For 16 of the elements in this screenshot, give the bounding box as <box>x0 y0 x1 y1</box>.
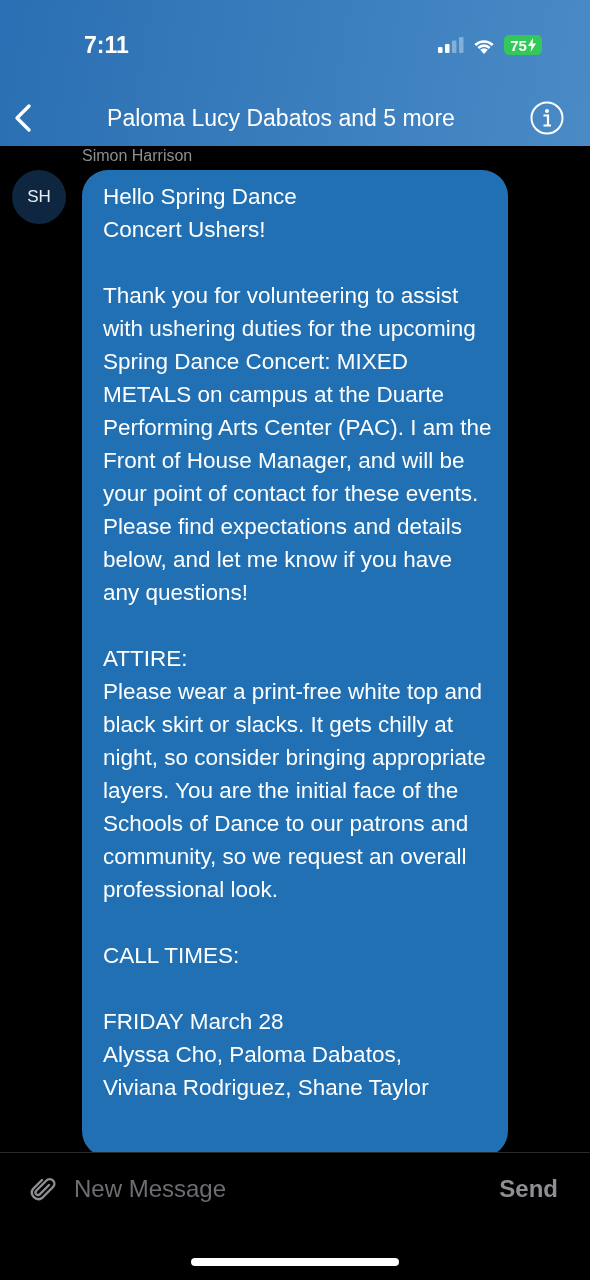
message-text: FRIDAY March 28 Alyssa Cho, Paloma Dabatos, Viviana Rodriguez, Shane Taylor <box>103 1008 430 1102</box>
message-text: ATTIRE: Please wear a print-free white top and black skirt or slacks. It gets chilly at night, so consider bringing appropriate layers. You are the initial face of the Schools of Dance to our patrons and community, so we request an overall professional look. <box>103 645 487 904</box>
message-text: Thank you for volunteering to assist with ushering duties for the upcoming Spring Dance Concert: MIXED METALS on campus at the Duarte Performing Arts Center (PAC). I am the Front of House Manager, and will be your point of contact for these events. Please find expectations and details below, and let me know if you have any questions! <box>103 282 493 607</box>
send-button[interactable]: Send <box>499 1175 558 1203</box>
avatar: SH <box>12 170 66 224</box>
signal-icon <box>438 37 464 53</box>
paperclip-icon[interactable] <box>30 1175 56 1203</box>
conversation-title: Paloma Lucy Dabatos and 5 more <box>107 104 455 132</box>
info-icon[interactable] <box>530 101 564 135</box>
status-time: 7:11 <box>84 31 129 59</box>
message-text: CALL TIMES: <box>103 942 241 970</box>
back-icon[interactable] <box>14 103 32 133</box>
message-input[interactable]: New Message <box>74 1175 482 1203</box>
sender-name: Simon Harrison <box>82 146 194 166</box>
message-text: Hello Spring Dance Concert Ushers! <box>103 183 298 244</box>
battery-icon: 75 <box>504 35 542 55</box>
